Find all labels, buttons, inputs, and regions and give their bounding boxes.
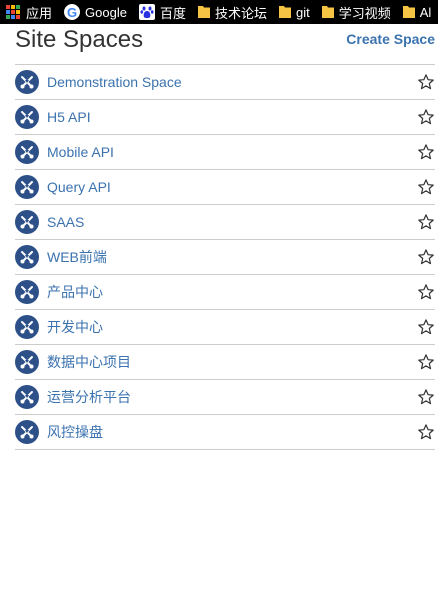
space-avatar-icon[interactable] bbox=[15, 175, 39, 199]
star-outline-icon[interactable] bbox=[417, 143, 435, 161]
space-avatar-icon[interactable] bbox=[15, 210, 39, 234]
space-avatar-icon[interactable] bbox=[15, 315, 39, 339]
space-row: H5 API bbox=[15, 100, 435, 135]
space-row: Demonstration Space bbox=[15, 65, 435, 100]
bookmark-label: Al bbox=[419, 4, 432, 20]
space-link[interactable]: 风控操盘 bbox=[47, 423, 103, 441]
baidu-paw-icon bbox=[138, 4, 155, 20]
bookmark-apps[interactable]: 应用 bbox=[0, 0, 56, 24]
create-space-link[interactable]: Create Space bbox=[346, 31, 435, 47]
bookmark-label: 百度 bbox=[159, 5, 186, 21]
space-row: 产品中心 bbox=[15, 275, 435, 310]
space-link[interactable]: Query API bbox=[47, 178, 111, 196]
star-outline-icon[interactable] bbox=[417, 388, 435, 406]
space-link[interactable]: WEB前端 bbox=[47, 248, 107, 266]
space-avatar-icon[interactable] bbox=[15, 350, 39, 374]
star-outline-icon[interactable] bbox=[417, 248, 435, 266]
space-avatar-icon[interactable] bbox=[15, 70, 39, 94]
bookmark-folder-git[interactable]: git bbox=[278, 0, 314, 24]
space-list: Demonstration Space H5 API Mobile API Query… bbox=[15, 64, 435, 450]
bookmark-label: Google bbox=[85, 4, 127, 20]
space-link[interactable]: Demonstration Space bbox=[47, 73, 182, 91]
space-row: 数据中心项目 bbox=[15, 345, 435, 380]
folder-icon bbox=[321, 5, 334, 19]
folder-icon bbox=[197, 5, 210, 19]
space-link[interactable]: SAAS bbox=[47, 213, 84, 231]
space-avatar-icon[interactable] bbox=[15, 420, 39, 444]
apps-grid-icon bbox=[6, 5, 20, 19]
folder-icon bbox=[278, 5, 291, 19]
panel-header: Site Spaces Create Space bbox=[15, 24, 435, 64]
star-outline-icon[interactable] bbox=[417, 283, 435, 301]
space-link[interactable]: H5 API bbox=[47, 108, 91, 126]
space-avatar-icon[interactable] bbox=[15, 280, 39, 304]
space-row: Query API bbox=[15, 170, 435, 205]
star-outline-icon[interactable] bbox=[417, 353, 435, 371]
bookmarks-bar: 应用 G Google 百度 技术论坛 git 学习视频 Al bbox=[0, 0, 438, 24]
space-link[interactable]: Mobile API bbox=[47, 143, 114, 161]
space-avatar-icon[interactable] bbox=[15, 245, 39, 269]
page-title: Site Spaces bbox=[15, 26, 144, 53]
bookmark-label: 学习视频 bbox=[338, 5, 391, 21]
star-outline-icon[interactable] bbox=[417, 423, 435, 441]
space-row: WEB前端 bbox=[15, 240, 435, 275]
space-link[interactable]: 开发中心 bbox=[47, 318, 103, 336]
bookmark-label: 应用 bbox=[26, 5, 53, 21]
star-outline-icon[interactable] bbox=[417, 73, 435, 91]
space-row: 风控操盘 bbox=[15, 415, 435, 450]
star-outline-icon[interactable] bbox=[417, 108, 435, 126]
space-avatar-icon[interactable] bbox=[15, 385, 39, 409]
space-row: SAAS bbox=[15, 205, 435, 240]
bookmark-folder-al[interactable]: Al bbox=[402, 0, 436, 24]
space-link[interactable]: 运营分析平台 bbox=[47, 388, 131, 406]
space-row: 开发中心 bbox=[15, 310, 435, 345]
bookmark-label: 技术论坛 bbox=[214, 5, 267, 21]
bookmark-folder-tech-forum[interactable]: 技术论坛 bbox=[197, 0, 271, 24]
space-avatar-icon[interactable] bbox=[15, 105, 39, 129]
star-outline-icon[interactable] bbox=[417, 318, 435, 336]
star-outline-icon[interactable] bbox=[417, 178, 435, 196]
space-row: 运营分析平台 bbox=[15, 380, 435, 415]
site-spaces-panel: Site Spaces Create Space Demonstration S… bbox=[15, 24, 435, 450]
bookmark-baidu[interactable]: 百度 bbox=[138, 0, 190, 24]
google-icon: G bbox=[64, 4, 81, 20]
space-link[interactable]: 产品中心 bbox=[47, 283, 103, 301]
bookmark-folder-learning-videos[interactable]: 学习视频 bbox=[321, 0, 395, 24]
bookmark-label: git bbox=[295, 4, 310, 20]
bookmark-google[interactable]: G Google bbox=[64, 0, 131, 24]
space-link[interactable]: 数据中心项目 bbox=[47, 353, 131, 371]
star-outline-icon[interactable] bbox=[417, 213, 435, 231]
space-row: Mobile API bbox=[15, 135, 435, 170]
space-avatar-icon[interactable] bbox=[15, 140, 39, 164]
folder-icon bbox=[402, 5, 415, 19]
